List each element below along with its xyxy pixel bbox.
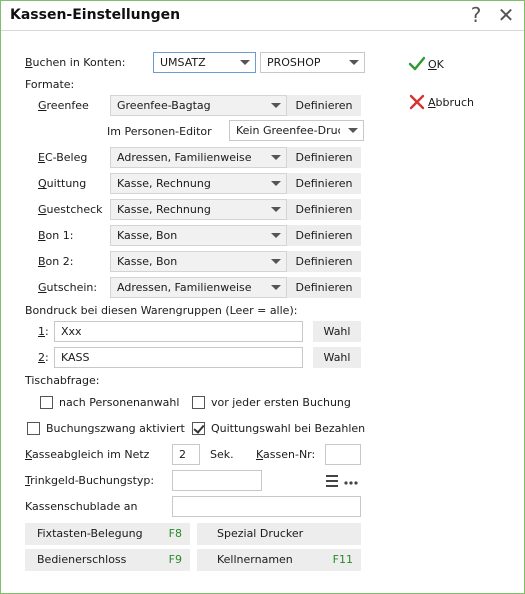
format-select-guestcheck[interactable]: Kasse, Rechnung — [110, 199, 287, 220]
wahl-button-1[interactable]: Wahl — [313, 321, 361, 342]
format-select-ec-beleg[interactable]: Adressen, Familienweise — [110, 147, 287, 168]
format-select-bon1[interactable]: Kasse, Bon — [110, 225, 287, 246]
checkmark-icon — [408, 56, 426, 71]
format-select-bon2[interactable]: Kasse, Bon — [110, 251, 287, 272]
close-icon — [409, 94, 425, 110]
fixtasten-button[interactable]: Fixtasten-Belegung F8 — [25, 523, 190, 545]
quittungswahl-label: Quittungswahl bei Bezahlen — [211, 422, 366, 435]
format-label-bon2: Bon 2: — [38, 255, 74, 268]
konto1-select[interactable]: UMSATZ — [153, 52, 256, 73]
erste-buchung-checkbox[interactable] — [192, 396, 205, 409]
define-button-bon2[interactable]: Definieren — [287, 251, 361, 272]
spezial-drucker-button[interactable]: Spezial Drucker — [197, 523, 361, 545]
kassen-nr-label: Kassen-Nr: — [256, 448, 316, 461]
chevron-down-icon[interactable] — [343, 121, 363, 140]
define-button-greenfee[interactable]: Definieren — [287, 95, 361, 116]
define-button-ec-beleg[interactable]: Definieren — [287, 147, 361, 168]
kassen-nr-input[interactable] — [325, 444, 361, 465]
erste-buchung-label: vor jeder ersten Buchung — [211, 396, 351, 409]
format-select-greenfee[interactable]: Greenfee-Bagtag — [110, 95, 287, 116]
chevron-down-icon[interactable] — [266, 200, 286, 219]
format-label-quittung: Quittung — [38, 177, 87, 190]
cancel-button[interactable]: Abbruch — [407, 92, 517, 114]
settings-panel: Buchen in Konten: UMSATZ PROSHOP Formate… — [11, 31, 390, 592]
help-icon[interactable]: ? — [465, 3, 487, 27]
format-label-greenfee: Greenfee — [38, 99, 89, 112]
chevron-down-icon[interactable] — [266, 278, 286, 297]
personenanwahl-label: nach Personenanwahl — [59, 396, 180, 409]
chevron-down-icon[interactable] — [235, 53, 255, 72]
bondruck-heading: Bondruck bei diesen Warengruppen (Leer =… — [25, 304, 298, 317]
ok-label: OK — [428, 58, 444, 71]
define-button-bon1[interactable]: Definieren — [287, 225, 361, 246]
chevron-down-icon[interactable] — [266, 174, 286, 193]
menu-more-icon[interactable] — [326, 474, 360, 488]
chevron-down-icon[interactable] — [344, 53, 364, 72]
personen-editor-select[interactable]: Kein Greenfee-Druck — [229, 120, 364, 141]
action-sidebar: OK Abbruch — [391, 31, 523, 592]
warengruppe-label-2: 2: — [38, 351, 49, 364]
sek-unit-label: Sek. — [210, 448, 234, 461]
title-bar: Kassen-Einstellungen ? ✕ — [1, 1, 524, 31]
chevron-down-icon[interactable] — [266, 252, 286, 271]
buchungszwang-checkbox[interactable] — [27, 422, 40, 435]
format-label-guestcheck: Guestcheck — [38, 203, 103, 216]
define-button-quittung[interactable]: Definieren — [287, 173, 361, 194]
define-button-gutschein[interactable]: Definieren — [287, 277, 361, 298]
format-label-gutschein: Gutschein: — [38, 281, 98, 294]
konto2-select[interactable]: PROSHOP — [260, 52, 365, 73]
trinkgeld-label: Trinkgeld-Buchungstyp: — [25, 474, 155, 487]
define-button-guestcheck[interactable]: Definieren — [287, 199, 361, 220]
kasseabgleich-input[interactable]: 2 — [172, 444, 200, 465]
trinkgeld-input[interactable] — [172, 470, 262, 491]
warengruppe-input-1[interactable]: Xxx — [54, 321, 303, 342]
tischabfrage-heading: Tischabfrage: — [25, 374, 100, 387]
format-select-gutschein[interactable]: Adressen, Familienweise — [110, 277, 287, 298]
ok-button[interactable]: OK — [407, 54, 517, 76]
warengruppe-label-1: 1: — [38, 325, 49, 338]
kellnernamen-button[interactable]: Kellnernamen F11 — [197, 549, 361, 571]
format-select-quittung[interactable]: Kasse, Rechnung — [110, 173, 287, 194]
chevron-down-icon[interactable] — [266, 148, 286, 167]
kassenschublade-label: Kassenschublade an — [25, 500, 138, 513]
warengruppe-input-2[interactable]: KASS — [54, 347, 303, 368]
window-title: Kassen-Einstellungen — [10, 7, 181, 23]
chevron-down-icon[interactable] — [266, 226, 286, 245]
format-label-bon1: Bon 1: — [38, 229, 74, 242]
bedienerschloss-button[interactable]: Bedienerschloss F9 — [25, 549, 190, 571]
format-label-ec-beleg: EC-Beleg — [38, 151, 88, 164]
quittungswahl-checkbox[interactable] — [192, 422, 205, 435]
close-icon[interactable]: ✕ — [495, 3, 517, 27]
wahl-button-2[interactable]: Wahl — [313, 347, 361, 368]
cancel-label: Abbruch — [428, 96, 475, 109]
buchen-label: Buchen in Konten: — [25, 56, 126, 69]
kassenschublade-input[interactable] — [172, 496, 361, 517]
kasseabgleich-label: Kasseabgleich im Netz — [25, 448, 150, 461]
formate-heading: Formate: — [25, 78, 75, 91]
personen-editor-label: Im Personen-Editor — [107, 125, 212, 138]
personenanwahl-checkbox[interactable] — [40, 396, 53, 409]
buchungszwang-label: Buchungszwang aktiviert — [46, 422, 185, 435]
chevron-down-icon[interactable] — [266, 96, 286, 115]
